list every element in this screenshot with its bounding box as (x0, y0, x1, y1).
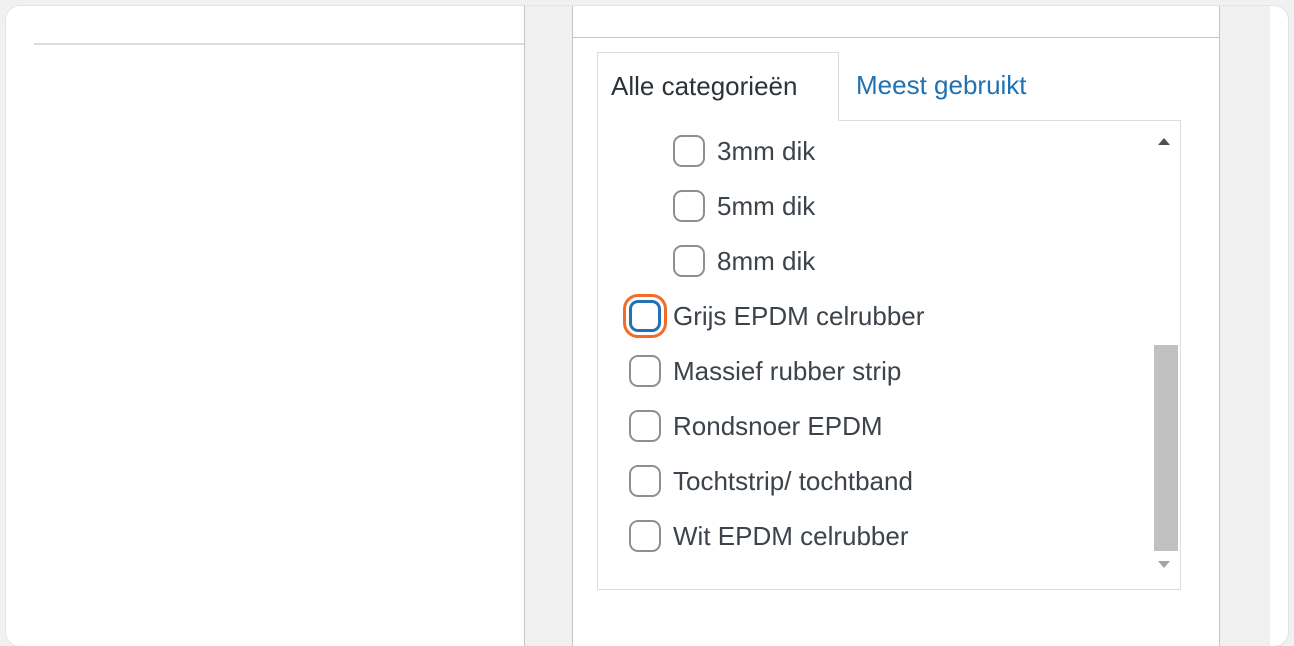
scroll-down-arrow-icon[interactable] (1158, 561, 1170, 568)
editor-area (6, 6, 524, 646)
category-label-grijs-epdm-celrubber: Grijs EPDM celrubber (673, 300, 925, 331)
scroll-up-arrow-icon[interactable] (1158, 138, 1170, 145)
category-item-massief-rubber-strip[interactable]: Massief rubber strip (629, 349, 901, 393)
metabox-top-border (573, 37, 1219, 38)
category-checkbox-3mm-dik[interactable] (673, 135, 705, 167)
category-item-wit-epdm-celrubber[interactable]: Wit EPDM celrubber (629, 514, 909, 558)
category-checkbox-8mm-dik[interactable] (673, 245, 705, 277)
admin-sidebar-gap (524, 6, 572, 646)
category-label-5mm-dik: 5mm dik (717, 190, 816, 221)
category-checkbox-5mm-dik[interactable] (673, 190, 705, 222)
category-item-5mm-dik[interactable]: 5mm dik (673, 184, 815, 228)
category-label-massief-rubber-strip: Massief rubber strip (673, 355, 902, 386)
category-checklist-panel: 3mm dik 5mm dik 8mm dik Grijs EPDM celru… (597, 120, 1181, 590)
category-checkbox-grijs-epdm-celrubber[interactable] (629, 300, 661, 332)
category-item-grijs-epdm-celrubber[interactable]: Grijs EPDM celrubber (629, 294, 924, 338)
tab-most-used[interactable]: Meest gebruikt (856, 52, 1027, 121)
category-checkbox-massief-rubber-strip[interactable] (629, 355, 661, 387)
category-item-tochtstrip-tochtband[interactable]: Tochtstrip/ tochtband (629, 459, 913, 503)
category-label-3mm-dik: 3mm dik (717, 135, 816, 166)
category-checkbox-rondsnoer-epdm[interactable] (629, 410, 661, 442)
category-checkbox-tochtstrip-tochtband[interactable] (629, 465, 661, 497)
right-gutter (1220, 6, 1270, 646)
category-label-tochtstrip-tochtband: Tochtstrip/ tochtband (673, 465, 913, 496)
category-label-8mm-dik: 8mm dik (717, 245, 816, 276)
divider-line (34, 43, 524, 45)
category-item-3mm-dik[interactable]: 3mm dik (673, 129, 815, 173)
scrollbar-thumb[interactable] (1154, 345, 1178, 551)
checklist-scrollbar[interactable] (1149, 121, 1180, 589)
category-item-8mm-dik[interactable]: 8mm dik (673, 239, 815, 283)
category-label-wit-epdm-celrubber: Wit EPDM celrubber (673, 520, 909, 551)
category-checkbox-wit-epdm-celrubber[interactable] (629, 520, 661, 552)
tab-all-categories[interactable]: Alle categorieën (597, 52, 839, 121)
category-item-rondsnoer-epdm[interactable]: Rondsnoer EPDM (629, 404, 883, 448)
category-label-rondsnoer-epdm: Rondsnoer EPDM (673, 410, 883, 441)
